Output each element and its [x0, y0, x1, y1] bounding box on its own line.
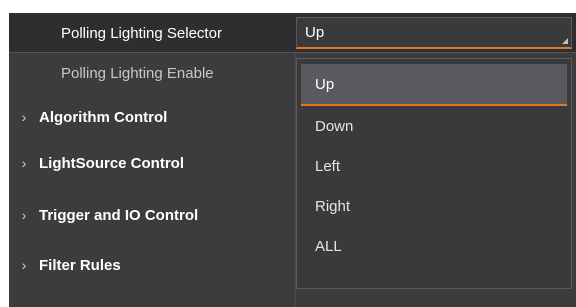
combobox-value: Up: [305, 24, 325, 41]
category-label: LightSource Control: [39, 154, 184, 172]
chevron-right-icon[interactable]: ›: [11, 257, 37, 273]
dropdown-grip-icon: [562, 38, 568, 44]
polling-lighting-selector-combobox[interactable]: Up: [296, 17, 572, 49]
selector-dropdown-list: Up Down Left Right ALL: [296, 58, 572, 289]
dropdown-option-left[interactable]: Left: [301, 146, 567, 186]
chevron-right-icon[interactable]: ›: [11, 155, 37, 171]
dropdown-option-up[interactable]: Up: [301, 64, 567, 106]
category-label: Algorithm Control: [39, 108, 168, 126]
property-label: Polling Lighting Enable: [61, 64, 214, 82]
dropdown-option-all[interactable]: ALL: [301, 226, 567, 266]
dropdown-option-right[interactable]: Right: [301, 186, 567, 226]
chevron-right-icon[interactable]: ›: [11, 109, 37, 125]
chevron-right-icon[interactable]: ›: [11, 207, 37, 223]
property-label: Polling Lighting Selector: [61, 24, 222, 42]
property-row-polling-lighting-selector[interactable]: Polling Lighting Selector Up: [9, 13, 576, 53]
dropdown-option-down[interactable]: Down: [301, 106, 567, 146]
category-label: Trigger and IO Control: [39, 206, 199, 224]
category-label: Filter Rules: [39, 256, 121, 274]
